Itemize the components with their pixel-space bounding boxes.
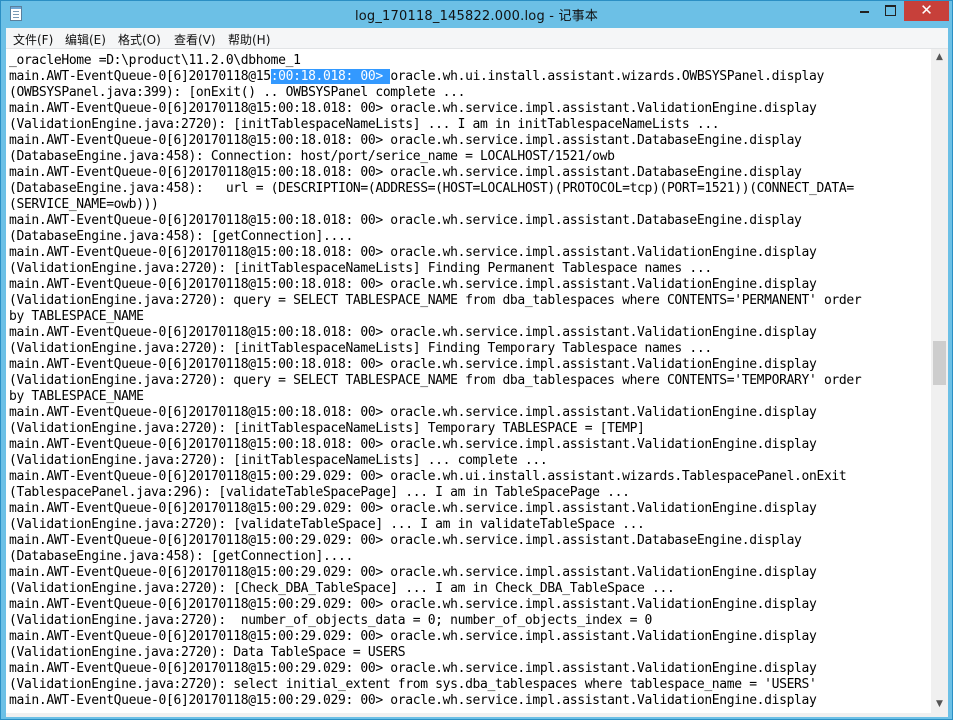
text-line: (DatabaseEngine.java:458): [getConnectio… — [9, 229, 353, 244]
text-line: main.AWT-EventQueue-0[6]20170118@15:00:1… — [9, 165, 802, 180]
menu-format[interactable]: 格式(O) — [118, 31, 161, 48]
text-line: main.AWT-EventQueue-0[6]20170118@15:00:2… — [9, 533, 802, 548]
notepad-window: log_170118_145822.000.log - 记事本 ✕ 文件(F) … — [0, 0, 953, 720]
scrollbar-thumb[interactable] — [933, 341, 946, 385]
text-line: main.AWT-EventQueue-0[6]20170118@15:00:1… — [9, 437, 817, 452]
text-line: (ValidationEngine.java:2720): [validateT… — [9, 517, 645, 532]
text-line: main.AWT-EventQueue-0[6]20170118@15:00:1… — [9, 69, 861, 85]
text-line: (ValidationEngine.java:2720): [initTable… — [9, 341, 712, 356]
text-line: _oracleHome =D:\product\11.2.0\dbhome_1 — [9, 53, 301, 68]
maximize-icon — [885, 4, 896, 16]
text-line: by TABLESPACE_NAME — [9, 389, 144, 404]
text-line: main.AWT-EventQueue-0[6]20170118@15:00:2… — [9, 469, 847, 484]
text-line: main.AWT-EventQueue-0[6]20170118@15:00:1… — [9, 325, 817, 340]
menu-help[interactable]: 帮助(H) — [228, 31, 270, 48]
window-title: log_170118_145822.000.log - 记事本 — [354, 9, 599, 24]
text-line: main.AWT-EventQueue-0[6]20170118@15:00:1… — [9, 213, 802, 228]
maximize-button[interactable] — [877, 1, 904, 21]
text-line: (ValidationEngine.java:2720): [Check_DBA… — [9, 581, 675, 596]
text-line: (ValidationEngine.java:2720): [initTable… — [9, 261, 712, 276]
scroll-up-icon[interactable]: ▲ — [931, 49, 948, 66]
text-line: (ValidationEngine.java:2720): [initTable… — [9, 117, 720, 132]
text-line: (DatabaseEngine.java:458): url = (DESCRI… — [9, 181, 854, 196]
close-button[interactable]: ✕ — [904, 1, 949, 21]
text-line: main.AWT-EventQueue-0[6]20170118@15:00:2… — [9, 565, 817, 580]
text-line: (SERVICE_NAME=owb))) — [9, 197, 159, 212]
text-line: main.AWT-EventQueue-0[6]20170118@15:00:1… — [9, 277, 817, 292]
text-line: (ValidationEngine.java:2720): query = SE… — [9, 293, 862, 308]
close-icon: ✕ — [920, 1, 933, 19]
text-line: main.AWT-EventQueue-0[6]20170118@15:00:1… — [9, 245, 817, 260]
text-line: main.AWT-EventQueue-0[6]20170118@15:00:1… — [9, 357, 817, 372]
text-line: main.AWT-EventQueue-0[6]20170118@15:00:2… — [9, 693, 817, 708]
text-line: main.AWT-EventQueue-0[6]20170118@15:00:2… — [9, 661, 817, 676]
text-line: main.AWT-EventQueue-0[6]20170118@15:00:1… — [9, 133, 802, 148]
text-line: (TablespacePanel.java:296): [validateTab… — [9, 485, 630, 500]
menu-edit[interactable]: 编辑(E) — [65, 31, 106, 48]
menu-bar: 文件(F) 编辑(E) 格式(O) 查看(V) 帮助(H) — [6, 28, 948, 49]
minimize-icon — [859, 11, 869, 13]
text-line: (OWBSYSPanel.java:399): [onExit() .. OWB… — [9, 85, 466, 100]
text-editor-area[interactable]: _oracleHome =D:\product\11.2.0\dbhome_1 m… — [6, 49, 931, 713]
selected-text: :00:18.018: 00> — [270, 69, 391, 84]
minimize-button[interactable] — [851, 1, 877, 21]
text-line: (ValidationEngine.java:2720): select ini… — [9, 677, 817, 692]
text-line: main.AWT-EventQueue-0[6]20170118@15:00:1… — [9, 101, 817, 116]
text-line: (DatabaseEngine.java:458): [getConnectio… — [9, 549, 353, 564]
text-line: main.AWT-EventQueue-0[6]20170118@15:00:2… — [9, 501, 817, 516]
text-line: (ValidationEngine.java:2720): number_of_… — [9, 613, 652, 628]
scroll-down-icon[interactable]: ▼ — [931, 696, 948, 713]
text-line: (DatabaseEngine.java:458): Connection: h… — [9, 149, 615, 164]
text-after-selection: oracle.wh.ui.install.assistant.wizards.O… — [390, 69, 824, 84]
text-line: main.AWT-EventQueue-0[6]20170118@15:00:2… — [9, 629, 817, 644]
menu-view[interactable]: 查看(V) — [174, 31, 216, 48]
title-bar[interactable]: log_170118_145822.000.log - 记事本 ✕ — [1, 1, 952, 27]
menu-file[interactable]: 文件(F) — [13, 31, 53, 48]
vertical-scrollbar[interactable]: ▲ ▼ — [931, 49, 948, 713]
text-line: (ValidationEngine.java:2720): query = SE… — [9, 373, 862, 388]
editor-text[interactable]: _oracleHome =D:\product\11.2.0\dbhome_1 m… — [9, 53, 862, 709]
text-line: (ValidationEngine.java:2720): [initTable… — [9, 421, 645, 436]
text-line: (ValidationEngine.java:2720): Data Table… — [9, 645, 406, 660]
text-line: main.AWT-EventQueue-0[6]20170118@15:00:2… — [9, 597, 817, 612]
text-line: (ValidationEngine.java:2720): [initTable… — [9, 453, 548, 468]
text-line: by TABLESPACE_NAME — [9, 309, 144, 324]
window-bottom-edge — [6, 713, 948, 717]
text-line: main.AWT-EventQueue-0[6]20170118@15:00:1… — [9, 405, 817, 420]
text-before-selection: main.AWT-EventQueue-0[6]20170118@15 — [9, 69, 271, 84]
